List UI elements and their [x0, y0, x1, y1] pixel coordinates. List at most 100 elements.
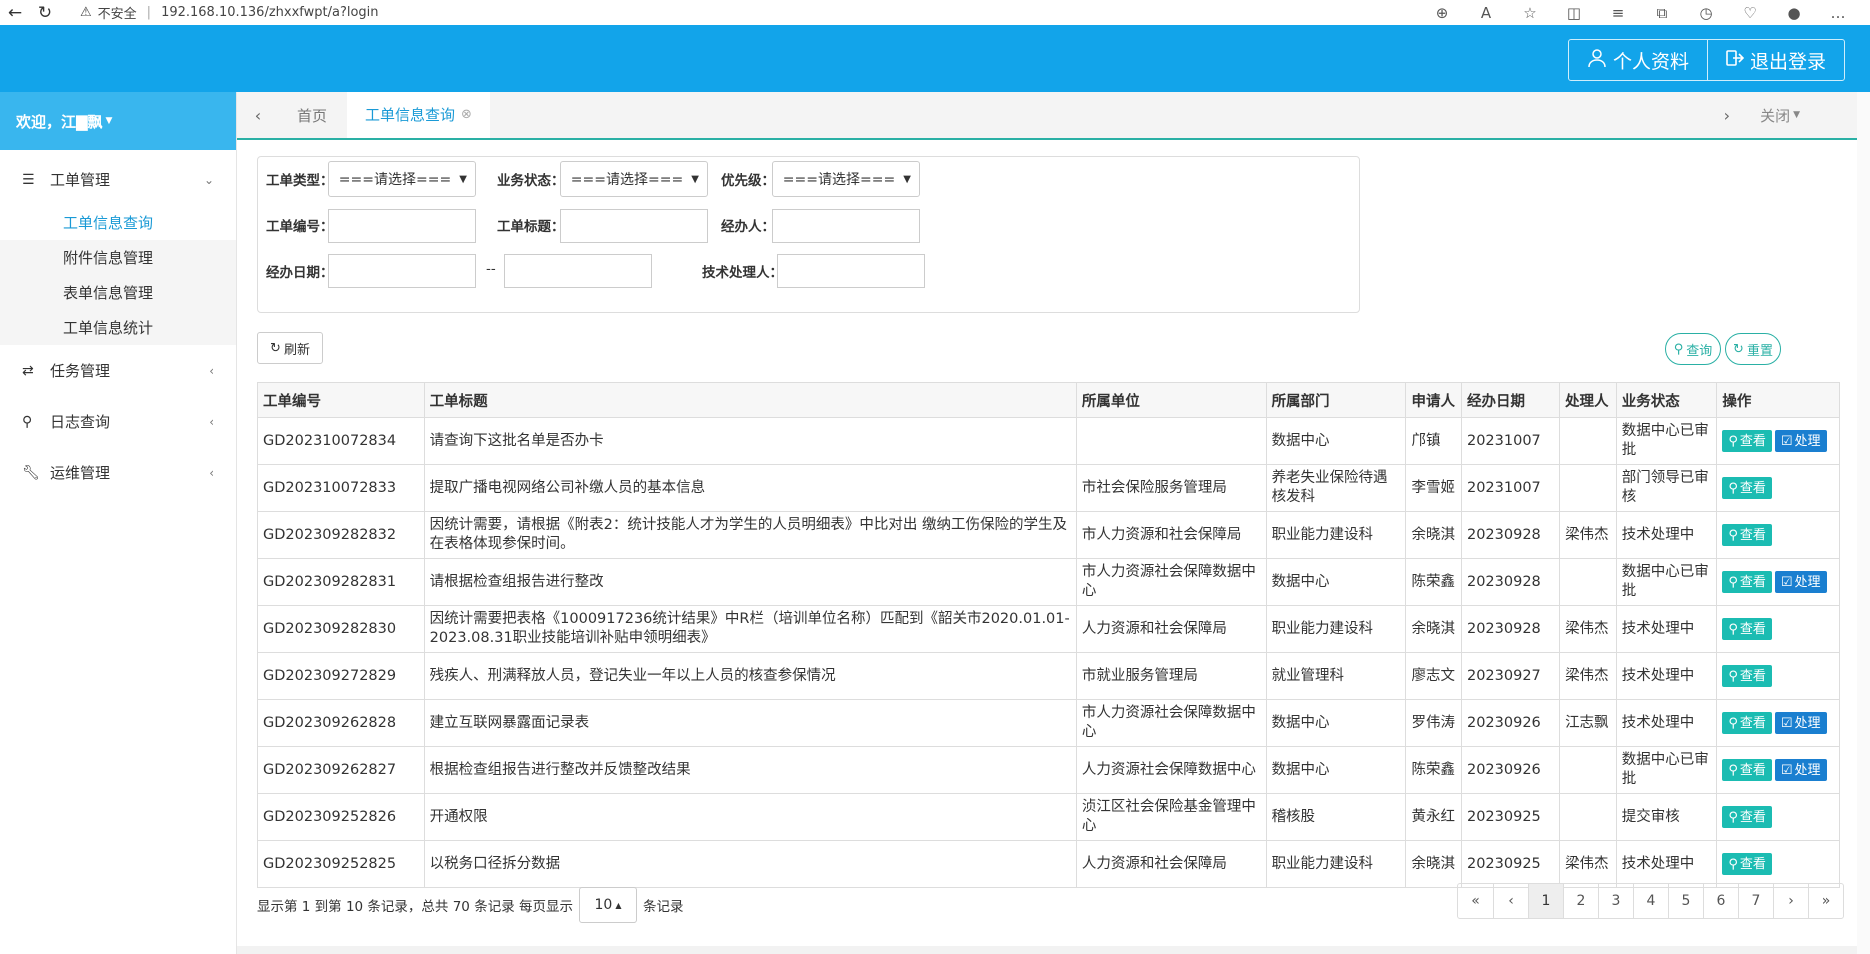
edit-icon: ☑: [1780, 433, 1793, 449]
reset-button[interactable]: ↻ 重置: [1725, 333, 1781, 365]
profile-button[interactable]: 个人资料: [1569, 40, 1707, 80]
cell-date: 20230926: [1460, 699, 1561, 747]
view-button[interactable]: ⚲ 查看: [1722, 430, 1772, 452]
ticket-title-input[interactable]: [560, 209, 708, 243]
table-row[interactable]: GD202309282832 因统计需要，请根据《附表2：统计技能人才为学生的人员…: [257, 511, 1840, 559]
status-label: 业务状态：: [497, 173, 565, 189]
refresh-button[interactable]: ↻ 刷新: [257, 332, 323, 364]
query-button[interactable]: ⚲ 查询: [1665, 333, 1721, 365]
view-button[interactable]: ⚲ 查看: [1722, 759, 1772, 781]
view-button[interactable]: ⚲ 查看: [1722, 665, 1772, 687]
tech-handler-input[interactable]: [777, 254, 925, 288]
table-row[interactable]: GD202309272829 残疾人、刑满释放人员，登记失业一年以上人员的核查参保…: [257, 652, 1840, 700]
favorites-list-icon[interactable]: ≡: [1596, 4, 1640, 22]
menu-ops-management[interactable]: 🔧︎ 运维管理 ‹: [0, 447, 236, 498]
page-button[interactable]: 4: [1633, 884, 1668, 918]
col-status[interactable]: 业务状态: [1615, 382, 1718, 418]
history-icon[interactable]: ◷: [1684, 4, 1728, 22]
table-row[interactable]: GD202310072833 提取广播电视网络公司补缴人员的基本信息 市社会保险服务…: [257, 464, 1840, 512]
profile-icon[interactable]: ●: [1772, 4, 1816, 22]
col-unit[interactable]: 所属单位: [1075, 382, 1267, 418]
tab-home[interactable]: 首页: [279, 92, 345, 138]
read-aloud-icon[interactable]: A: [1464, 4, 1508, 22]
table-row[interactable]: GD202309282831 请根据检查组报告进行整改 市人力资源社会保障数据中心数…: [257, 558, 1840, 606]
date-start-input[interactable]: [328, 254, 476, 288]
split-screen-icon[interactable]: ◫: [1552, 4, 1596, 22]
process-button[interactable]: ☑ 处理: [1774, 430, 1827, 452]
col-handler[interactable]: 处理人: [1559, 382, 1617, 418]
zoom-icon[interactable]: ⊕: [1420, 4, 1464, 22]
close-tabs-dropdown[interactable]: 关闭 ▼: [1760, 92, 1800, 138]
process-button[interactable]: ☑ 处理: [1774, 712, 1827, 734]
more-icon[interactable]: …: [1816, 4, 1860, 22]
priority-select[interactable]: ===请选择=== ▼: [772, 161, 920, 197]
tab-scroll-left-icon[interactable]: ‹: [237, 92, 279, 138]
process-button[interactable]: ☑ 处理: [1774, 759, 1827, 781]
page-button[interactable]: «: [1458, 884, 1493, 918]
vertical-scrollbar[interactable]: [1857, 92, 1870, 954]
view-button[interactable]: ⚲ 查看: [1722, 571, 1772, 593]
wrench-icon: 🔧︎: [22, 464, 40, 481]
page-button[interactable]: 3: [1598, 884, 1633, 918]
col-dept[interactable]: 所属部门: [1265, 382, 1407, 418]
status-select[interactable]: ===请选择=== ▼: [560, 161, 708, 197]
menu-task-management[interactable]: ⇄ 任务管理 ‹: [0, 345, 236, 396]
page-button[interactable]: 1: [1528, 884, 1563, 918]
page-button[interactable]: 2: [1563, 884, 1598, 918]
col-date[interactable]: 经办日期: [1460, 382, 1561, 418]
cell-status: 技术处理中: [1615, 840, 1718, 888]
col-applicant[interactable]: 申请人: [1405, 382, 1462, 418]
page-button[interactable]: »: [1808, 884, 1843, 918]
table-row[interactable]: GD202309262827 根据检查组报告进行整改并反馈整改结果 人力资源社会保障…: [257, 746, 1840, 794]
table-row[interactable]: GD202309252825 以税务口径拆分数据 人力资源和社会保障局 职业能力建设科…: [257, 840, 1840, 888]
view-button[interactable]: ⚲ 查看: [1722, 618, 1772, 640]
cell-dept: 数据中心: [1265, 699, 1407, 747]
cell-dept: 数据中心: [1265, 746, 1407, 794]
view-button[interactable]: ⚲ 查看: [1722, 712, 1772, 734]
extensions-icon[interactable]: ♡: [1728, 4, 1772, 22]
cell-actions: ⚲ 查看 ☑ 处理: [1716, 558, 1840, 606]
cell-unit: 市就业服务管理局: [1075, 652, 1267, 700]
menu-log-query[interactable]: ⚲ 日志查询 ‹: [0, 396, 236, 447]
view-button[interactable]: ⚲ 查看: [1722, 806, 1772, 828]
col-title[interactable]: 工单标题: [423, 382, 1077, 418]
cell-status: 技术处理中: [1615, 605, 1718, 653]
reload-icon[interactable]: ↻: [30, 3, 60, 23]
back-icon[interactable]: ←: [0, 3, 30, 23]
page-button[interactable]: 7: [1738, 884, 1773, 918]
tab-ticket-query[interactable]: 工单信息查询 ⊗: [347, 92, 490, 138]
close-tab-icon[interactable]: ⊗: [461, 107, 472, 122]
sidebar-item-ticket-query[interactable]: 工单信息查询: [0, 205, 236, 240]
col-id[interactable]: 工单编号: [257, 382, 425, 418]
page-size-select[interactable]: 10 ▲: [578, 887, 637, 923]
favorite-star-icon[interactable]: ☆: [1508, 4, 1552, 22]
table-row[interactable]: GD202309282830 因统计需要把表格《1000917236统计结果》中R…: [257, 605, 1840, 653]
tab-scroll-right-icon[interactable]: ›: [1724, 92, 1730, 138]
sidebar-item-attachment[interactable]: 附件信息管理: [0, 240, 236, 275]
page-button[interactable]: 5: [1668, 884, 1703, 918]
table-row[interactable]: GD202310072834 请查询下这批名单是否办卡 数据中心 邝镇 20231007…: [257, 417, 1840, 465]
process-button[interactable]: ☑ 处理: [1774, 571, 1827, 593]
view-button[interactable]: ⚲ 查看: [1722, 524, 1772, 546]
collections-icon[interactable]: ⧉: [1640, 4, 1684, 22]
view-button[interactable]: ⚲ 查看: [1722, 853, 1772, 875]
profile-label: 个人资料: [1612, 50, 1689, 73]
welcome-user[interactable]: 欢迎，江▇飘 ▼: [0, 92, 236, 150]
cell-date: 20230926: [1460, 746, 1561, 794]
sidebar-item-statistics[interactable]: 工单信息统计: [0, 310, 236, 345]
url-text: 192.168.10.136/zhxxfwpt/a?login: [161, 5, 379, 20]
page-button[interactable]: ›: [1773, 884, 1808, 918]
ticket-id-input[interactable]: [328, 209, 476, 243]
page-button[interactable]: 6: [1703, 884, 1738, 918]
view-button[interactable]: ⚲ 查看: [1722, 477, 1772, 499]
page-button[interactable]: ‹: [1493, 884, 1528, 918]
sidebar-item-form[interactable]: 表单信息管理: [0, 275, 236, 310]
address-bar[interactable]: ⚠ 不安全 | 192.168.10.136/zhxxfwpt/a?login: [80, 3, 379, 22]
date-end-input[interactable]: [504, 254, 652, 288]
handler-input[interactable]: [772, 209, 920, 243]
table-row[interactable]: GD202309252826 开通权限 浈江区社会保险基金管理中心 稽核股 黄永红 202…: [257, 793, 1840, 841]
menu-ticket-management[interactable]: ☰ 工单管理 ⌄: [0, 154, 236, 205]
type-select[interactable]: ===请选择=== ▼: [328, 161, 476, 197]
table-row[interactable]: GD202309262828 建立互联网暴露面记录表 市人力资源社会保障数据中心 数据…: [257, 699, 1840, 747]
logout-button[interactable]: 退出登录: [1706, 40, 1844, 80]
